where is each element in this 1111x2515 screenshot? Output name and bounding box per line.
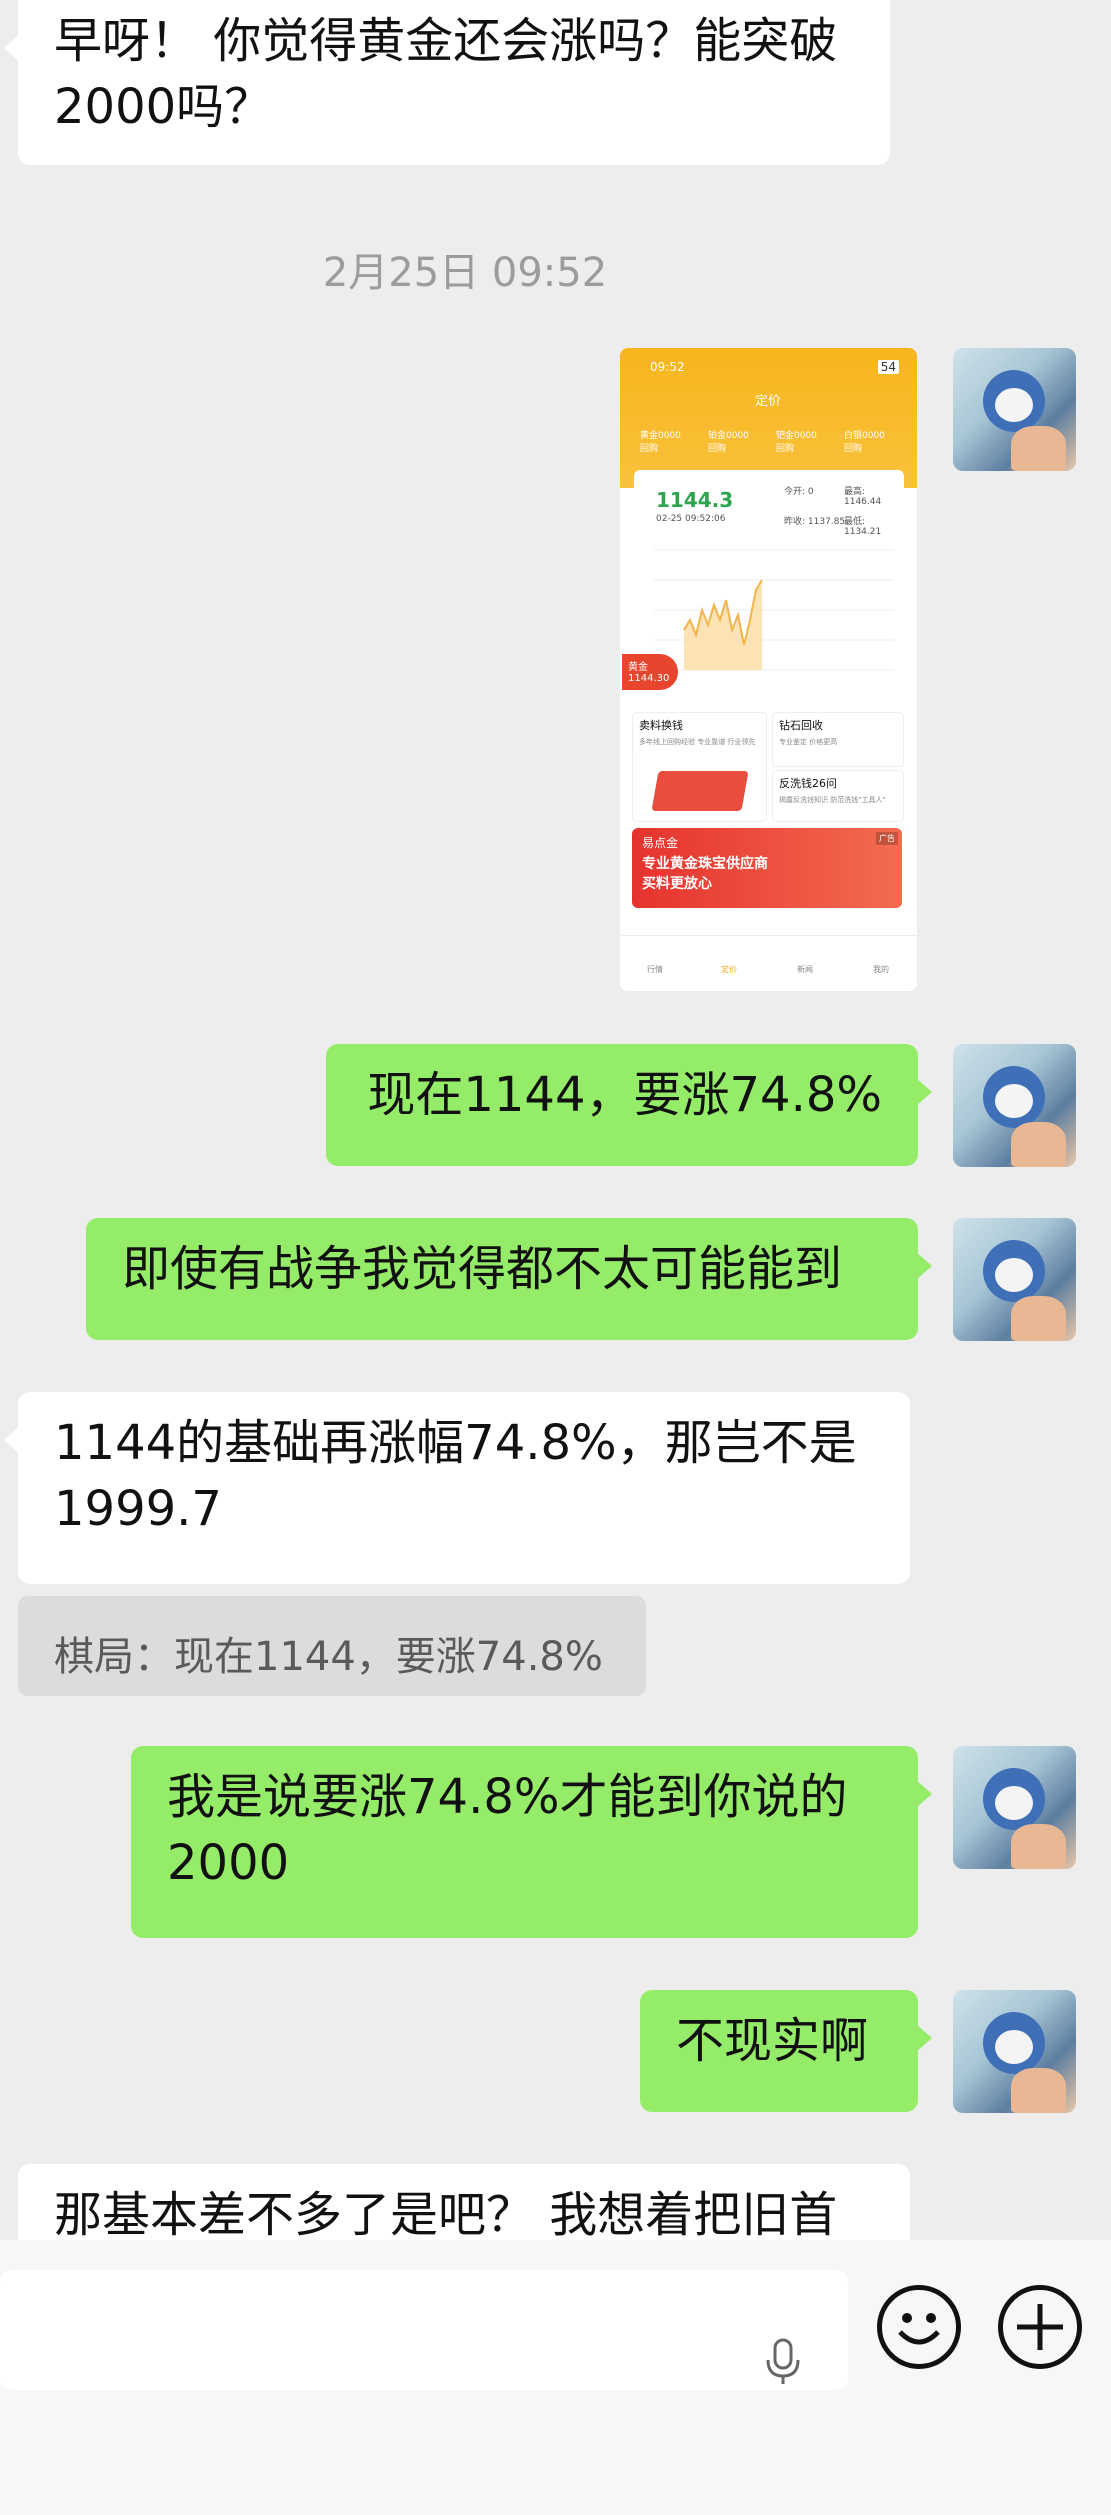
user-avatar[interactable]: [953, 1746, 1076, 1869]
tile-subtitle: 多年线上回购经验 专业靠谱 行业领先: [639, 738, 756, 746]
gold-tray-image: [651, 771, 749, 811]
metal-tab: 黄金0000 回购: [640, 431, 681, 454]
message-text: 不现实啊: [676, 2013, 869, 2069]
tile-subtitle: 揭露反洗钱知识 防范洗钱"工具人": [779, 796, 886, 804]
user-avatar[interactable]: [953, 1044, 1076, 1167]
tag-label: 黄金: [628, 662, 648, 673]
tab-pricing: 定价: [721, 965, 737, 974]
banner-line2: 买料更放心: [642, 876, 712, 892]
message-text: 我是说要涨74.8%才能到你说的2000: [167, 1769, 848, 1891]
status-time: 09:52: [650, 360, 685, 374]
chat-input-bar: [0, 2240, 1111, 2515]
tile-title: 钻石回收: [779, 719, 823, 732]
anti-money-laundering-tile: 反洗钱26问 揭露反洗钱知识 防范洗钱"工具人": [772, 770, 904, 822]
tab-news: 新闻: [797, 965, 813, 974]
smiley-icon[interactable]: [877, 2285, 961, 2369]
user-avatar[interactable]: [953, 348, 1076, 471]
message-bubble-incoming[interactable]: 早呀！ 你觉得黄金还会涨吗？能突破2000吗？: [4, 0, 890, 165]
message-text: 即使有战争我觉得都不太可能能到: [122, 1241, 843, 1297]
diamond-recycle-tile: 钻石回收 专业鉴定 价格更高: [772, 712, 904, 767]
ad-banner: 易点金 专业黄金珠宝供应商 买料更放心 广告: [632, 828, 902, 908]
user-avatar[interactable]: [953, 1990, 1076, 2113]
tile-title: 卖料换钱: [639, 719, 683, 732]
app-tab-bar: 行情 定价 新闻 我的: [620, 935, 917, 991]
screenshot-image-message[interactable]: 09:52 54 定价 黄金0000 回购 铂金0000 回购 钯金0000 回…: [620, 348, 917, 991]
app-title: 定价: [755, 394, 782, 409]
banner-line1: 专业黄金珠宝供应商: [642, 856, 768, 872]
battery-level: 54: [877, 360, 899, 374]
ad-tag: 广告: [876, 832, 898, 845]
sell-gold-tile: 卖料换钱 多年线上回购经验 专业靠谱 行业领先: [632, 712, 767, 822]
user-avatar[interactable]: [953, 1218, 1076, 1341]
message-bubble-outgoing[interactable]: 我是说要涨74.8%才能到你说的2000: [131, 1746, 932, 1938]
message-bubble-incoming[interactable]: 1144的基础再涨幅74.8%，那岂不是1999.7: [4, 1392, 910, 1584]
message-bubble-outgoing[interactable]: 现在1144，要涨74.8%: [326, 1044, 932, 1166]
microphone-icon[interactable]: [758, 2336, 808, 2386]
gold-price-tag: 黄金 1144.30: [622, 654, 678, 690]
message-bubble-outgoing[interactable]: 即使有战争我觉得都不太可能能到: [86, 1218, 932, 1340]
message-text: 1144的基础再涨幅74.8%，那岂不是1999.7: [54, 1415, 857, 1537]
message-timestamp: 2月25日 09:52: [322, 250, 608, 296]
banner-brand: 易点金: [642, 836, 679, 850]
metal-tab: 铂金0000 回购: [708, 431, 749, 454]
message-text: 那基本差不多了是吧？ 我想着把旧首: [54, 2187, 838, 2243]
quoted-message[interactable]: 棋局：现在1144，要涨74.8%: [18, 1596, 646, 1696]
message-text: 早呀！ 你觉得黄金还会涨吗？能突破2000吗？: [54, 13, 838, 135]
tag-price: 1144.30: [628, 673, 670, 684]
tile-title: 反洗钱26问: [779, 777, 837, 790]
tile-subtitle: 专业鉴定 价格更高: [779, 738, 838, 746]
message-text: 现在1144，要涨74.8%: [367, 1067, 882, 1123]
message-bubble-outgoing[interactable]: 不现实啊: [640, 1990, 932, 2112]
metal-tab: 白银0000 回购: [844, 431, 885, 454]
metal-tab: 钯金0000 回购: [776, 431, 817, 454]
tab-profile: 我的: [873, 965, 889, 974]
tab-market: 行情: [647, 965, 663, 974]
message-input[interactable]: [0, 2270, 848, 2390]
plus-circle-icon[interactable]: [998, 2285, 1082, 2369]
app-header: 09:52 54 定价 黄金0000 回购 铂金0000 回购 钯金0000 回…: [620, 348, 917, 488]
